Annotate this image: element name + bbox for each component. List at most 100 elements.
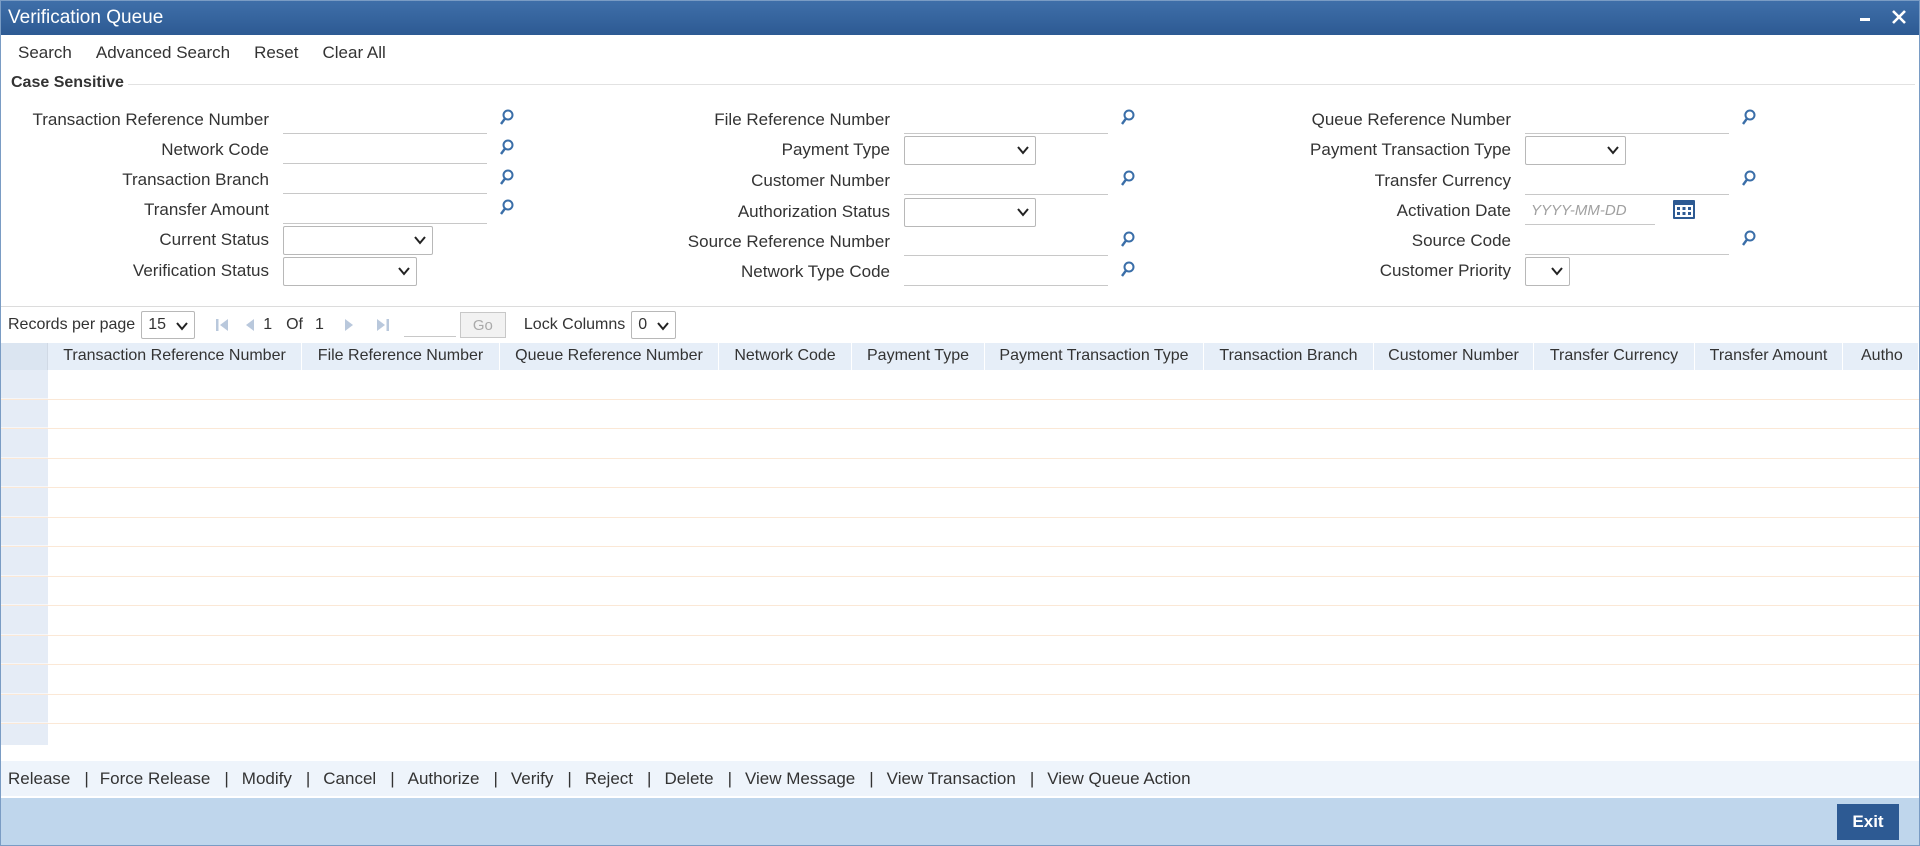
go-to-page-input[interactable] xyxy=(403,313,456,337)
transfer-amount-input[interactable] xyxy=(283,196,487,224)
view-message-button[interactable]: View Message xyxy=(745,769,855,789)
magnifier-icon[interactable] xyxy=(1120,170,1138,190)
table-row[interactable] xyxy=(1,606,1919,636)
magnifier-icon[interactable] xyxy=(1741,230,1759,250)
row-header-cell[interactable] xyxy=(1,665,48,694)
force-release-button[interactable]: Force Release xyxy=(100,769,211,789)
column-header[interactable]: Network Code xyxy=(719,343,852,370)
go-button[interactable]: Go xyxy=(459,312,506,338)
payment-type-select[interactable] xyxy=(904,136,1036,165)
row-header-cell[interactable] xyxy=(1,724,48,745)
table-row[interactable] xyxy=(1,724,1919,745)
row-header-cell[interactable] xyxy=(1,694,48,723)
label-authorization-status: Authorization Status xyxy=(737,202,890,221)
column-header[interactable]: Transaction Reference Number xyxy=(48,343,302,370)
file-reference-number-input[interactable] xyxy=(904,106,1108,134)
first-page-icon[interactable] xyxy=(215,317,229,333)
reset-button[interactable]: Reset xyxy=(254,43,298,63)
magnifier-icon[interactable] xyxy=(499,109,517,129)
verification-status-select[interactable] xyxy=(283,257,417,286)
column-header[interactable]: File Reference Number xyxy=(302,343,500,370)
delete-button[interactable]: Delete xyxy=(664,769,713,789)
payment-transaction-type-select[interactable] xyxy=(1525,136,1626,165)
source-code-input[interactable] xyxy=(1525,227,1729,255)
lock-columns-label: Lock Columns xyxy=(523,316,626,333)
magnifier-icon[interactable] xyxy=(499,199,517,219)
row-header-cell[interactable] xyxy=(1,606,48,635)
verify-button[interactable]: Verify xyxy=(511,769,554,789)
next-page-icon[interactable] xyxy=(344,317,356,333)
magnifier-icon[interactable] xyxy=(1120,231,1138,251)
network-type-code-input[interactable] xyxy=(904,258,1108,286)
exit-button[interactable]: Exit xyxy=(1837,804,1899,840)
column-header[interactable]: Transaction Branch xyxy=(1204,343,1374,370)
cancel-button[interactable]: Cancel xyxy=(323,769,376,789)
release-button[interactable]: Release xyxy=(8,769,70,789)
magnifier-icon[interactable] xyxy=(499,139,517,159)
previous-page-icon[interactable] xyxy=(243,317,255,333)
source-reference-number-input[interactable] xyxy=(904,228,1108,256)
column-header[interactable]: Payment Type xyxy=(852,343,985,370)
label-network-code: Network Code xyxy=(161,140,269,159)
row-header-cell[interactable] xyxy=(1,488,48,517)
clear-all-button[interactable]: Clear All xyxy=(323,43,386,63)
magnifier-icon[interactable] xyxy=(499,169,517,189)
search-button[interactable]: Search xyxy=(18,43,72,63)
lock-columns-select[interactable]: 0 xyxy=(631,311,677,339)
row-header-cell[interactable] xyxy=(1,517,48,546)
calendar-icon[interactable] xyxy=(1672,198,1696,222)
table-row[interactable] xyxy=(1,694,1919,724)
customer-priority-select[interactable] xyxy=(1525,257,1570,286)
close-icon[interactable] xyxy=(1885,3,1913,31)
column-header[interactable]: Queue Reference Number xyxy=(500,343,719,370)
grid-corner-cell xyxy=(1,343,48,370)
authorization-status-select[interactable] xyxy=(904,198,1036,227)
row-header-cell[interactable] xyxy=(1,370,48,399)
magnifier-icon[interactable] xyxy=(1120,109,1138,129)
queue-reference-number-input[interactable] xyxy=(1525,106,1729,134)
table-row[interactable] xyxy=(1,517,1919,547)
row-header-cell[interactable] xyxy=(1,547,48,576)
column-header[interactable]: Autho xyxy=(1843,343,1919,370)
magnifier-icon[interactable] xyxy=(1741,109,1759,129)
customer-number-input[interactable] xyxy=(904,167,1108,195)
advanced-search-button[interactable]: Advanced Search xyxy=(96,43,230,63)
view-queue-action-button[interactable]: View Queue Action xyxy=(1047,769,1190,789)
table-row[interactable] xyxy=(1,370,1919,400)
view-transaction-button[interactable]: View Transaction xyxy=(887,769,1016,789)
authorize-button[interactable]: Authorize xyxy=(408,769,480,789)
transfer-currency-input[interactable] xyxy=(1525,167,1729,195)
label-transaction-branch: Transaction Branch xyxy=(122,170,269,189)
column-header[interactable]: Customer Number xyxy=(1374,343,1534,370)
table-row[interactable] xyxy=(1,488,1919,518)
row-header-cell[interactable] xyxy=(1,429,48,458)
activation-date-input[interactable] xyxy=(1525,197,1655,225)
modify-button[interactable]: Modify xyxy=(242,769,292,789)
records-per-page-select[interactable]: 15 xyxy=(141,311,196,339)
magnifier-icon[interactable] xyxy=(1120,261,1138,281)
table-row[interactable] xyxy=(1,635,1919,665)
column-header[interactable]: Payment Transaction Type xyxy=(985,343,1204,370)
last-page-icon[interactable] xyxy=(376,317,390,333)
column-header[interactable]: Transfer Amount xyxy=(1695,343,1843,370)
row-header-cell[interactable] xyxy=(1,458,48,487)
current-status-select[interactable] xyxy=(283,226,433,255)
reject-button[interactable]: Reject xyxy=(585,769,633,789)
column-header[interactable]: Transfer Currency xyxy=(1534,343,1695,370)
table-row[interactable] xyxy=(1,458,1919,488)
table-row[interactable] xyxy=(1,547,1919,577)
table-row[interactable] xyxy=(1,665,1919,695)
transaction-reference-number-input[interactable] xyxy=(283,106,487,134)
row-header-cell[interactable] xyxy=(1,635,48,664)
chevron-down-icon xyxy=(657,322,670,331)
minimize-icon[interactable] xyxy=(1851,3,1879,31)
row-header-cell[interactable] xyxy=(1,576,48,605)
transaction-branch-input[interactable] xyxy=(283,166,487,194)
magnifier-icon[interactable] xyxy=(1741,170,1759,190)
table-row[interactable] xyxy=(1,429,1919,459)
action-separator: | xyxy=(869,768,874,788)
table-row[interactable] xyxy=(1,576,1919,606)
network-code-input[interactable] xyxy=(283,136,487,164)
table-row[interactable] xyxy=(1,399,1919,429)
row-header-cell[interactable] xyxy=(1,399,48,428)
